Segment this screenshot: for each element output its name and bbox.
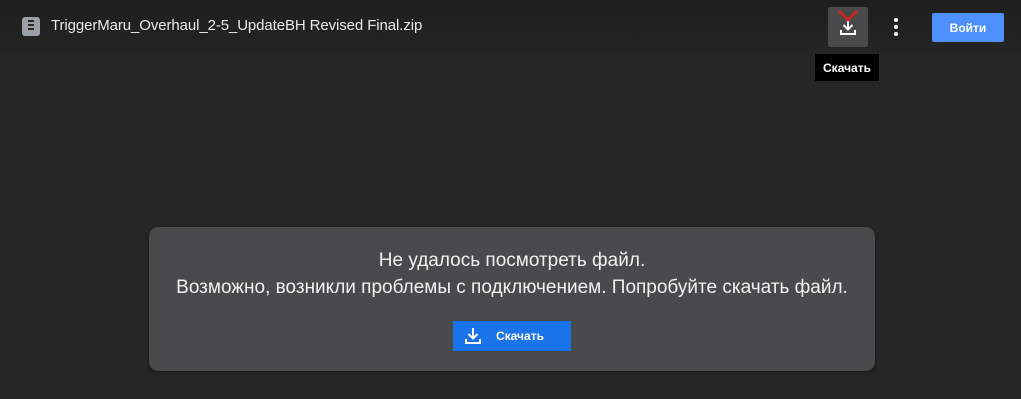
error-message-detail: Возможно, возникли проблемы с подключени…	[176, 277, 848, 298]
top-bar: TriggerMaru_Overhaul_2-5_UpdateBH Revise…	[0, 0, 1021, 54]
file-name: TriggerMaru_Overhaul_2-5_UpdateBH Revise…	[51, 17, 423, 34]
download-icon	[465, 328, 481, 344]
download-tooltip: Скачать	[815, 54, 879, 81]
more-vertical-icon	[894, 18, 898, 22]
download-file-button[interactable]: Скачать	[453, 321, 571, 351]
signin-button[interactable]: Войти	[932, 13, 1004, 42]
download-file-label: Скачать	[496, 329, 544, 343]
error-message-title: Не удалось посмотреть файл.	[378, 250, 646, 271]
download-button[interactable]	[828, 7, 868, 47]
error-card: Не удалось посмотреть файл. Возможно, во…	[149, 227, 875, 371]
zip-file-icon	[22, 17, 40, 36]
more-options-button[interactable]	[884, 15, 908, 39]
annotation-checkmark	[838, 10, 858, 22]
